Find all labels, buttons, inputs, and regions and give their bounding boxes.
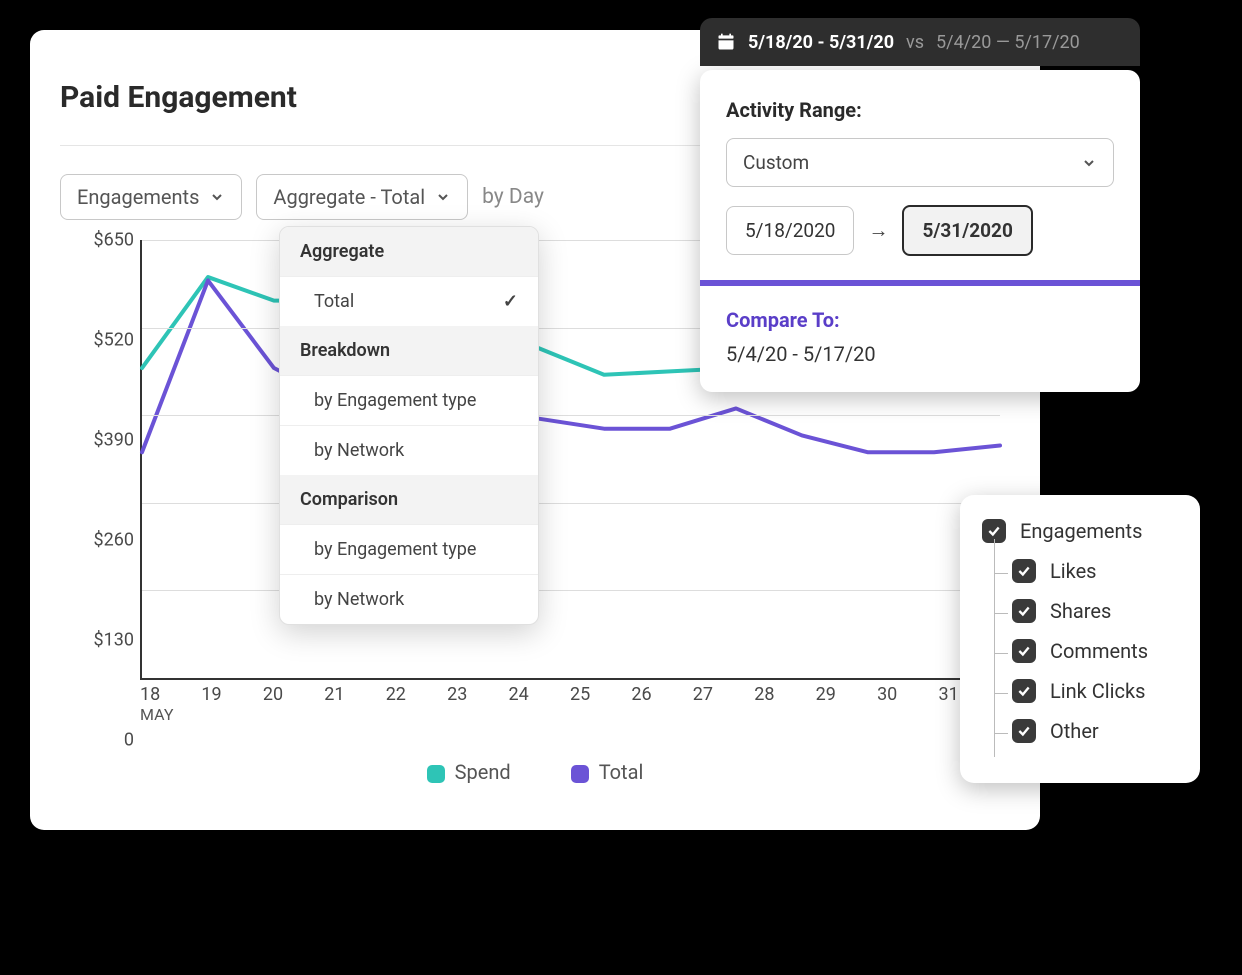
dropdown-item[interactable]: by Engagement type	[280, 524, 538, 574]
y-axis-tick: $650	[94, 230, 134, 251]
engagement-type-label: Likes	[1050, 559, 1097, 583]
dropdown-item[interactable]: by Network	[280, 574, 538, 624]
dropdown-group-header: Breakdown	[280, 326, 538, 375]
dropdown-group-header: Aggregate	[280, 227, 538, 276]
engagement-type-child[interactable]: Comments	[1012, 639, 1178, 663]
x-axis-tick: 21	[324, 684, 385, 740]
engagement-type-label: Comments	[1050, 639, 1148, 663]
view-dropdown-menu: AggregateTotal✓Breakdownby Engagement ty…	[279, 226, 539, 625]
date-range-primary: 5/18/20 - 5/31/20	[748, 32, 894, 53]
dropdown-item[interactable]: Total✓	[280, 276, 538, 326]
view-dropdown-label: Aggregate - Total	[273, 185, 425, 209]
dropdown-item[interactable]: by Engagement type	[280, 375, 538, 425]
tree-connector	[994, 653, 1008, 654]
chart-y-axis: 0$130$260$390$520$650	[70, 240, 140, 740]
engagement-type-child[interactable]: Likes	[1012, 559, 1178, 583]
check-icon: ✓	[503, 291, 518, 312]
x-axis-tick: 20	[263, 684, 324, 740]
x-axis-tick: 22	[386, 684, 447, 740]
y-axis-tick: 0	[124, 730, 134, 751]
legend-total-label: Total	[599, 760, 644, 784]
date-range-panel: Activity Range: Custom 5/18/2020 → 5/31/…	[700, 70, 1140, 392]
engagement-type-child[interactable]: Link Clicks	[1012, 679, 1178, 703]
chart-x-axis: 18MAY19202122232425262728293031	[140, 684, 1000, 740]
y-axis-tick: $520	[94, 330, 134, 351]
range-type-value: Custom	[743, 151, 809, 174]
start-date-input[interactable]: 5/18/2020	[726, 206, 854, 255]
x-axis-tick: 28	[754, 684, 815, 740]
calendar-icon	[716, 32, 736, 52]
checkbox-checked-icon	[1012, 559, 1036, 583]
tree-connector	[994, 693, 1008, 694]
y-axis-tick: $130	[94, 630, 134, 651]
legend-spend-label: Spend	[455, 760, 511, 784]
engagement-type-label: Link Clicks	[1050, 679, 1145, 703]
engagement-type-child[interactable]: Shares	[1012, 599, 1178, 623]
end-date-input[interactable]: 5/31/2020	[902, 205, 1032, 256]
grid-line	[142, 415, 1000, 416]
y-axis-tick: $390	[94, 430, 134, 451]
tree-line	[994, 539, 995, 757]
tree-connector	[994, 733, 1008, 734]
chevron-down-icon	[435, 189, 451, 205]
grid-line	[142, 590, 1000, 591]
chevron-down-icon	[209, 189, 225, 205]
date-range-header[interactable]: 5/18/20 - 5/31/20 vs 5/4/20 — 5/17/20	[700, 18, 1140, 66]
metric-dropdown-label: Engagements	[77, 185, 199, 209]
dropdown-group-header: Comparison	[280, 475, 538, 524]
x-axis-tick: 25	[570, 684, 631, 740]
arrow-right-icon: →	[868, 218, 888, 243]
grid-line	[142, 503, 1000, 504]
x-axis-tick: 19	[201, 684, 262, 740]
x-axis-tick: 27	[693, 684, 754, 740]
checkbox-checked-icon	[1012, 599, 1036, 623]
dropdown-item[interactable]: by Network	[280, 425, 538, 475]
legend-spend: Spend	[427, 760, 511, 784]
checkbox-checked-icon	[1012, 639, 1036, 663]
checkbox-checked-icon	[1012, 719, 1036, 743]
engagement-type-parent[interactable]: Engagements	[982, 519, 1178, 543]
x-axis-tick: 18MAY	[140, 684, 201, 740]
engagement-type-label: Shares	[1050, 599, 1111, 623]
metric-dropdown[interactable]: Engagements	[60, 174, 242, 220]
x-axis-tick: 30	[877, 684, 938, 740]
compare-to-label: Compare To:	[726, 308, 1114, 332]
activity-range-label: Activity Range:	[726, 98, 1114, 122]
compare-divider	[700, 280, 1140, 286]
legend-total: Total	[571, 760, 644, 784]
chart-legend: Spend Total	[60, 760, 1010, 784]
view-dropdown[interactable]: Aggregate - Total	[256, 174, 468, 220]
chevron-down-icon	[1081, 155, 1097, 171]
engagement-type-label: Other	[1050, 719, 1099, 743]
x-axis-tick: 23	[447, 684, 508, 740]
granularity-label: by Day	[482, 185, 544, 209]
engagement-type-parent-label: Engagements	[1020, 519, 1142, 543]
tree-connector	[994, 573, 1008, 574]
x-axis-tick: 26	[631, 684, 692, 740]
date-range-vs: vs	[906, 32, 924, 53]
checkbox-checked-icon	[1012, 679, 1036, 703]
engagement-types-panel: Engagements Likes Shares Comments Link Clic…	[960, 495, 1200, 783]
date-inputs: 5/18/2020 → 5/31/2020	[726, 205, 1114, 256]
engagement-type-child[interactable]: Other	[1012, 719, 1178, 743]
tree-connector	[994, 613, 1008, 614]
date-range-compare: 5/4/20 — 5/17/20	[936, 32, 1080, 53]
compare-to-value: 5/4/20 - 5/17/20	[726, 342, 1114, 366]
y-axis-tick: $260	[94, 530, 134, 551]
x-axis-tick: 29	[816, 684, 877, 740]
x-axis-tick: 24	[509, 684, 570, 740]
range-type-select[interactable]: Custom	[726, 138, 1114, 187]
